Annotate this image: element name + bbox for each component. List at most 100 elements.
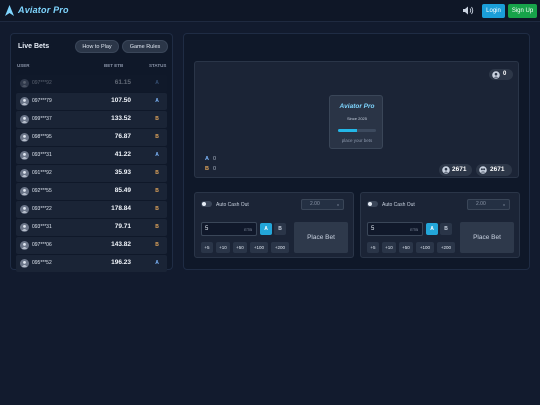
cashout-multiplier-input[interactable]: 2.00 x xyxy=(301,199,344,210)
avatar-icon xyxy=(20,241,29,250)
bet-user: 093***31 xyxy=(32,152,52,158)
quick-amount-button[interactable]: +10 xyxy=(216,242,230,253)
column-bet: BET ETB xyxy=(104,63,124,68)
side-b-button[interactable]: B xyxy=(274,223,286,235)
bet-user: 095***52 xyxy=(32,260,52,266)
bet-amount-input[interactable]: 5 ETB xyxy=(367,222,423,236)
currency-label: ETB xyxy=(410,227,418,232)
avatar-icon xyxy=(20,169,29,178)
quick-amount-button[interactable]: +10 xyxy=(382,242,396,253)
quick-amount-button[interactable]: +5 xyxy=(367,242,379,253)
player-count-left: 2671 xyxy=(439,164,472,176)
avatar-icon xyxy=(20,259,29,268)
quick-amount-button[interactable]: +5 xyxy=(201,242,213,253)
player-count-left-value: 2671 xyxy=(452,166,467,173)
avatar-icon xyxy=(20,205,29,214)
team-b-stat: B0 xyxy=(205,166,216,172)
bet-row: 097***79 107.50 A xyxy=(16,93,167,110)
auto-cashout-label: Auto Cash Out xyxy=(382,202,415,208)
column-status: STATUS xyxy=(149,63,167,68)
bet-amount: 61.15 xyxy=(114,79,131,86)
bet-amount: 143.82 xyxy=(111,241,131,248)
card-subtitle: Since 2025 xyxy=(346,116,367,121)
card-title: Aviator Pro xyxy=(339,103,375,110)
place-bet-button[interactable]: Place Bet xyxy=(294,222,348,253)
how-to-play-button[interactable]: How to Play xyxy=(75,40,119,53)
avatar-icon xyxy=(20,97,29,106)
quick-amount-button[interactable]: +100 xyxy=(250,242,268,253)
quick-amount-button[interactable]: +50 xyxy=(233,242,247,253)
column-user: USER xyxy=(17,63,30,68)
app-title: Aviator Pro xyxy=(18,5,69,15)
bet-user: 099***37 xyxy=(32,116,52,122)
bet-amount: 85.49 xyxy=(114,187,131,194)
player-count-right: 2671 xyxy=(476,164,512,176)
avatar-icon xyxy=(20,79,29,88)
card-hint: place your bets xyxy=(341,138,373,143)
avatar-icon xyxy=(20,133,29,142)
bets-list: 097***92 61.15 A 097***79 107.50 A 099***37 133… xyxy=(16,75,167,273)
auto-cashout-toggle[interactable] xyxy=(201,201,212,207)
place-bet-button[interactable]: Place Bet xyxy=(460,222,514,253)
bet-status: A xyxy=(155,152,159,158)
bet-status: B xyxy=(155,206,159,212)
round-progress-bar xyxy=(338,129,376,132)
bet-user: 097***06 xyxy=(32,242,52,248)
signup-button[interactable]: Sign Up xyxy=(508,4,537,18)
bet-amount-value: 5 xyxy=(205,226,209,232)
speaker-icon[interactable] xyxy=(462,5,474,16)
bet-status: A xyxy=(155,98,159,104)
users-icon xyxy=(479,166,487,174)
bet-status: B xyxy=(155,134,159,140)
bet-amount: 76.87 xyxy=(114,133,131,140)
cashout-multiplier-input[interactable]: 2.00 x xyxy=(467,199,510,210)
live-bets-title: Live Bets xyxy=(18,43,50,50)
bet-user: 092***55 xyxy=(32,188,52,194)
user-icon xyxy=(492,70,500,79)
side-a-button[interactable]: A xyxy=(426,223,438,235)
quick-amount-button[interactable]: +50 xyxy=(399,242,413,253)
bet-status: B xyxy=(155,242,159,248)
bet-amount-input[interactable]: 5 ETB xyxy=(201,222,257,236)
avatar-icon xyxy=(20,223,29,232)
currency-label: ETB xyxy=(244,227,252,232)
login-button[interactable]: Login xyxy=(482,4,505,18)
bet-row: 093***31 41.22 A xyxy=(16,147,167,164)
team-b-label: B xyxy=(205,166,209,172)
cashout-multiplier-value: 2.00 xyxy=(476,201,486,207)
side-b-button[interactable]: B xyxy=(440,223,452,235)
bet-amount: 196.23 xyxy=(111,259,131,266)
plane-logo-icon xyxy=(5,5,14,16)
round-progress-fill xyxy=(338,129,357,132)
bet-row: 099***37 133.52 B xyxy=(16,111,167,128)
bet-panel-2: Auto Cash Out 2.00 x 5 ETB A B +5 +10 +5… xyxy=(360,192,520,258)
game-rules-button[interactable]: Game Rules xyxy=(122,40,168,53)
bet-amount: 107.50 xyxy=(111,97,131,104)
bet-status: A xyxy=(155,80,159,86)
bet-user: 097***79 xyxy=(32,98,52,104)
bet-user: 091***92 xyxy=(32,170,52,176)
quick-amount-button[interactable]: +200 xyxy=(271,242,289,253)
bet-row: 097***06 143.82 B xyxy=(16,237,167,254)
status-card: Aviator Pro Since 2025 place your bets xyxy=(329,95,383,149)
quick-amount-button[interactable]: +100 xyxy=(416,242,434,253)
bet-amount: 133.52 xyxy=(111,115,131,122)
bet-amount: 79.71 xyxy=(114,223,131,230)
bet-status: A xyxy=(155,260,159,266)
bet-user: 093***31 xyxy=(32,224,52,230)
live-bets-panel: Live Bets How to Play Game Rules USER BE… xyxy=(10,33,173,273)
bet-row: 098***95 76.87 B xyxy=(16,129,167,146)
auto-cashout-toggle[interactable] xyxy=(367,201,378,207)
side-a-button[interactable]: A xyxy=(260,223,272,235)
bet-user: 098***95 xyxy=(32,134,52,140)
bet-row: 093***22 178.84 B xyxy=(16,201,167,218)
quick-amount-button[interactable]: +200 xyxy=(437,242,455,253)
team-b-value: 0 xyxy=(212,166,217,172)
bet-row: 097***92 61.15 A xyxy=(16,75,167,92)
bet-status: B xyxy=(155,170,159,176)
cashout-multiplier-suffix: x xyxy=(503,202,505,207)
bet-status: B xyxy=(155,188,159,194)
top-bar: Aviator Pro Login Sign Up xyxy=(0,0,540,22)
bet-panel-1: Auto Cash Out 2.00 x 5 ETB A B +5 +10 +5… xyxy=(194,192,354,258)
user-icon xyxy=(442,166,450,174)
